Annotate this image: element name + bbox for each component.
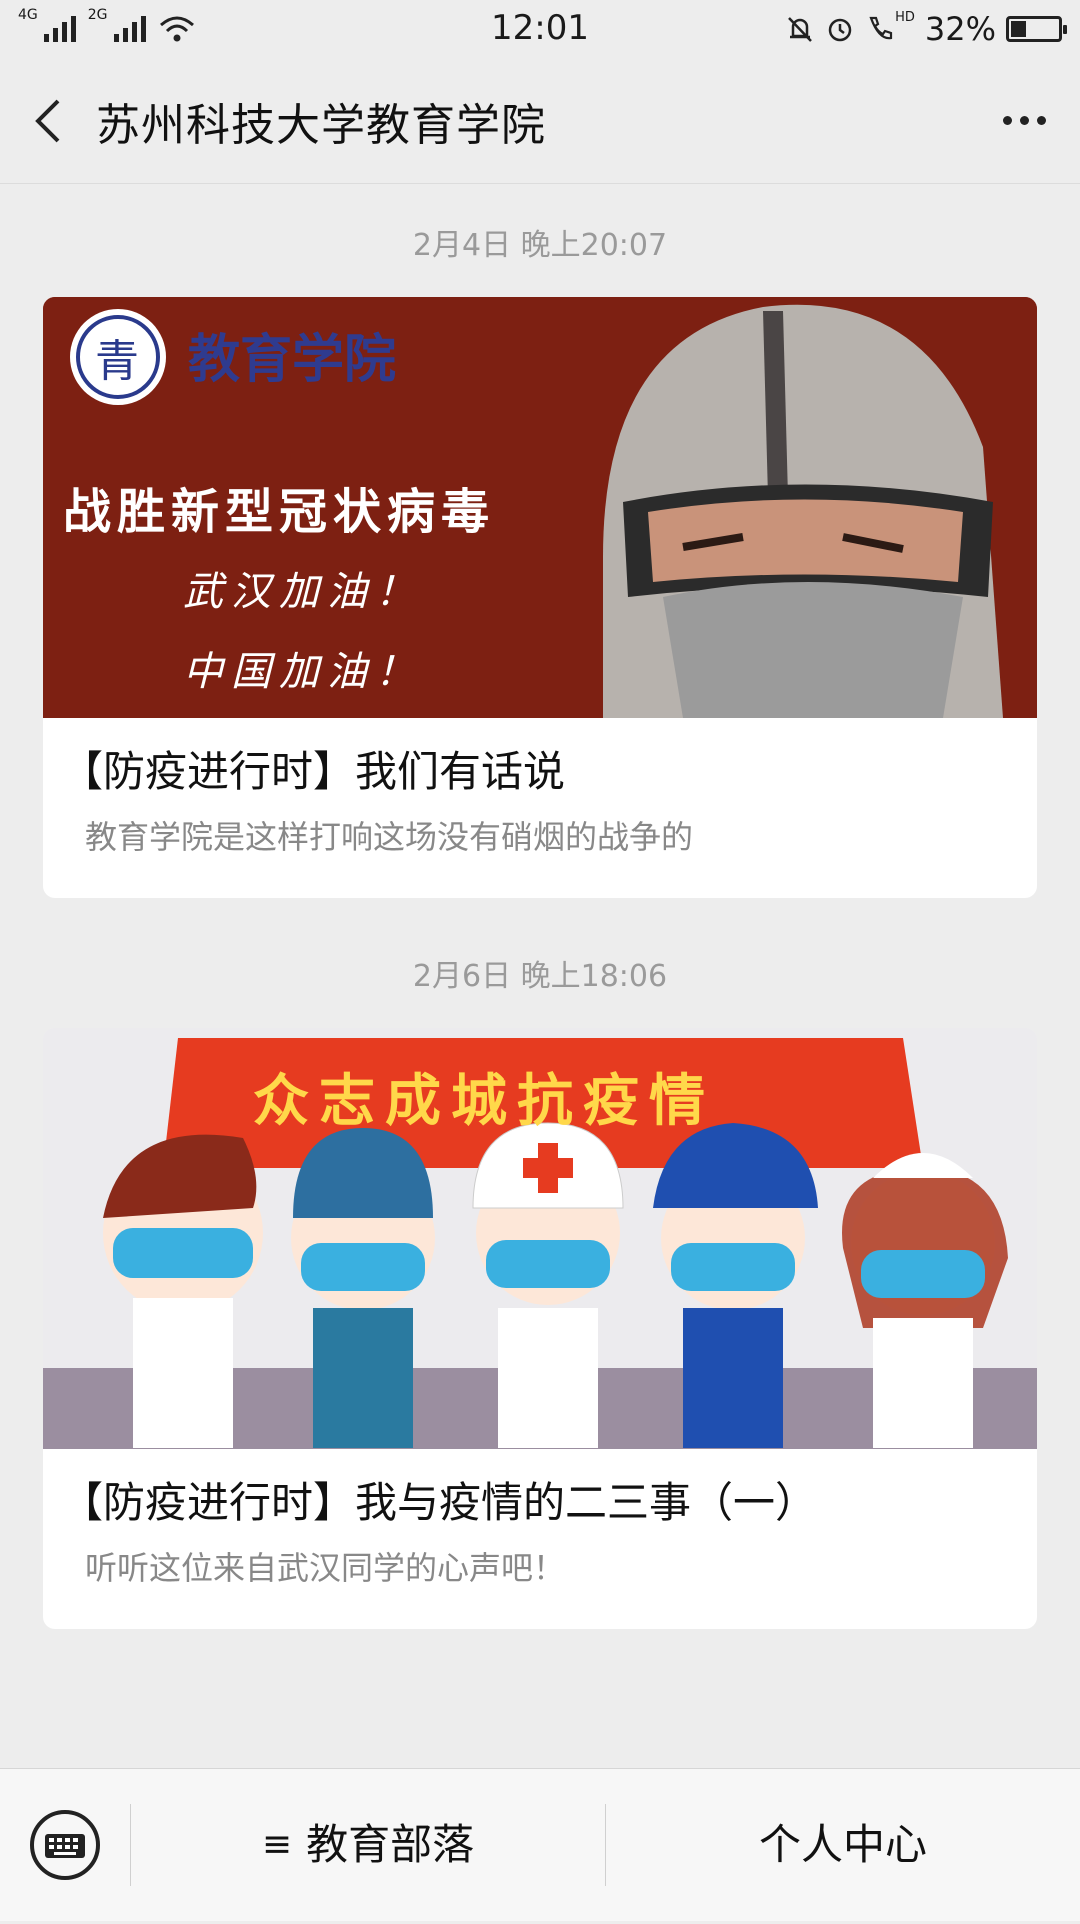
more-dot bbox=[1020, 116, 1029, 125]
article-cover-image: 青 教育学院 战胜新型冠状病毒 武汉加油！ 中国加油！ bbox=[43, 297, 1037, 718]
keyboard-icon bbox=[30, 1810, 100, 1880]
battery-level-fill bbox=[1011, 21, 1026, 37]
next-timestamp-partial bbox=[0, 1685, 1080, 1725]
cover-slogan-2: 中国加油！ bbox=[183, 649, 423, 695]
clock: 12:01 bbox=[491, 8, 589, 48]
menu-education-tribe[interactable]: ≡ 教育部落 bbox=[131, 1769, 605, 1921]
nav-bar: 苏州科技大学教育学院 bbox=[0, 58, 1080, 184]
article-card[interactable]: 青 教育学院 战胜新型冠状病毒 武汉加油！ 中国加油！ 【防疫进行时】我们有话说… bbox=[43, 297, 1037, 898]
article-desc: 听听这位来自武汉同学的心声吧！ bbox=[85, 1549, 566, 1587]
hd-tag: HD bbox=[895, 9, 915, 25]
back-button[interactable] bbox=[0, 58, 96, 183]
article-title: 【防疫进行时】我与疫情的二三事（一） bbox=[61, 1478, 818, 1527]
menu-list-icon: ≡ bbox=[261, 1824, 293, 1865]
card-body: 【防疫进行时】我与疫情的二三事（一） 听听这位来自武汉同学的心声吧！ bbox=[43, 1449, 1037, 1629]
more-dot bbox=[1003, 116, 1012, 125]
battery-icon bbox=[1006, 16, 1067, 42]
message-timestamp: 2月6日 晚上18:06 bbox=[412, 959, 668, 994]
brand-text: 教育学院 bbox=[188, 329, 397, 390]
menu-label: 教育部落 bbox=[306, 1820, 475, 1869]
page-title: 苏州科技大学教育学院 bbox=[96, 99, 546, 151]
school-logo: 青 bbox=[95, 336, 139, 387]
menu-label: 个人中心 bbox=[758, 1820, 927, 1869]
more-dot bbox=[1037, 116, 1046, 125]
more-button[interactable] bbox=[999, 58, 1050, 183]
cover-slogan-1: 武汉加油！ bbox=[183, 569, 423, 615]
chevron-left-icon bbox=[35, 99, 60, 142]
menu-personal-center[interactable]: 个人中心 bbox=[606, 1769, 1080, 1921]
article-title: 【防疫进行时】我们有话说 bbox=[61, 747, 566, 796]
article-feed: 2月4日 晚上20:07 青 教育学院 战胜新型冠状病毒 武汉加油！ 中国加油！ bbox=[0, 185, 1080, 1725]
message-timestamp: 2月4日 晚上20:07 bbox=[412, 228, 668, 263]
status-bar: 4G 2G 12:01 HD 32% bbox=[0, 0, 1080, 58]
cover-banner-text: 众志成城抗疫情 bbox=[253, 1069, 715, 1134]
cover-headline: 战胜新型冠状病毒 bbox=[63, 484, 496, 540]
article-desc: 教育学院是这样打响这场没有硝烟的战争的 bbox=[85, 818, 694, 856]
bottom-menu-bar: ≡ 教育部落 个人中心 bbox=[0, 1768, 1080, 1921]
article-cover-image: 众志成城抗疫情 bbox=[43, 1028, 1037, 1449]
card-body: 【防疫进行时】我们有话说 教育学院是这样打响这场没有硝烟的战争的 bbox=[43, 718, 1037, 898]
article-card[interactable]: 众志成城抗疫情 【防疫进行时】我与疫情的二三事（一） 听听这位来自武汉同学的心声… bbox=[43, 1028, 1037, 1629]
keyboard-toggle-button[interactable] bbox=[0, 1769, 130, 1921]
